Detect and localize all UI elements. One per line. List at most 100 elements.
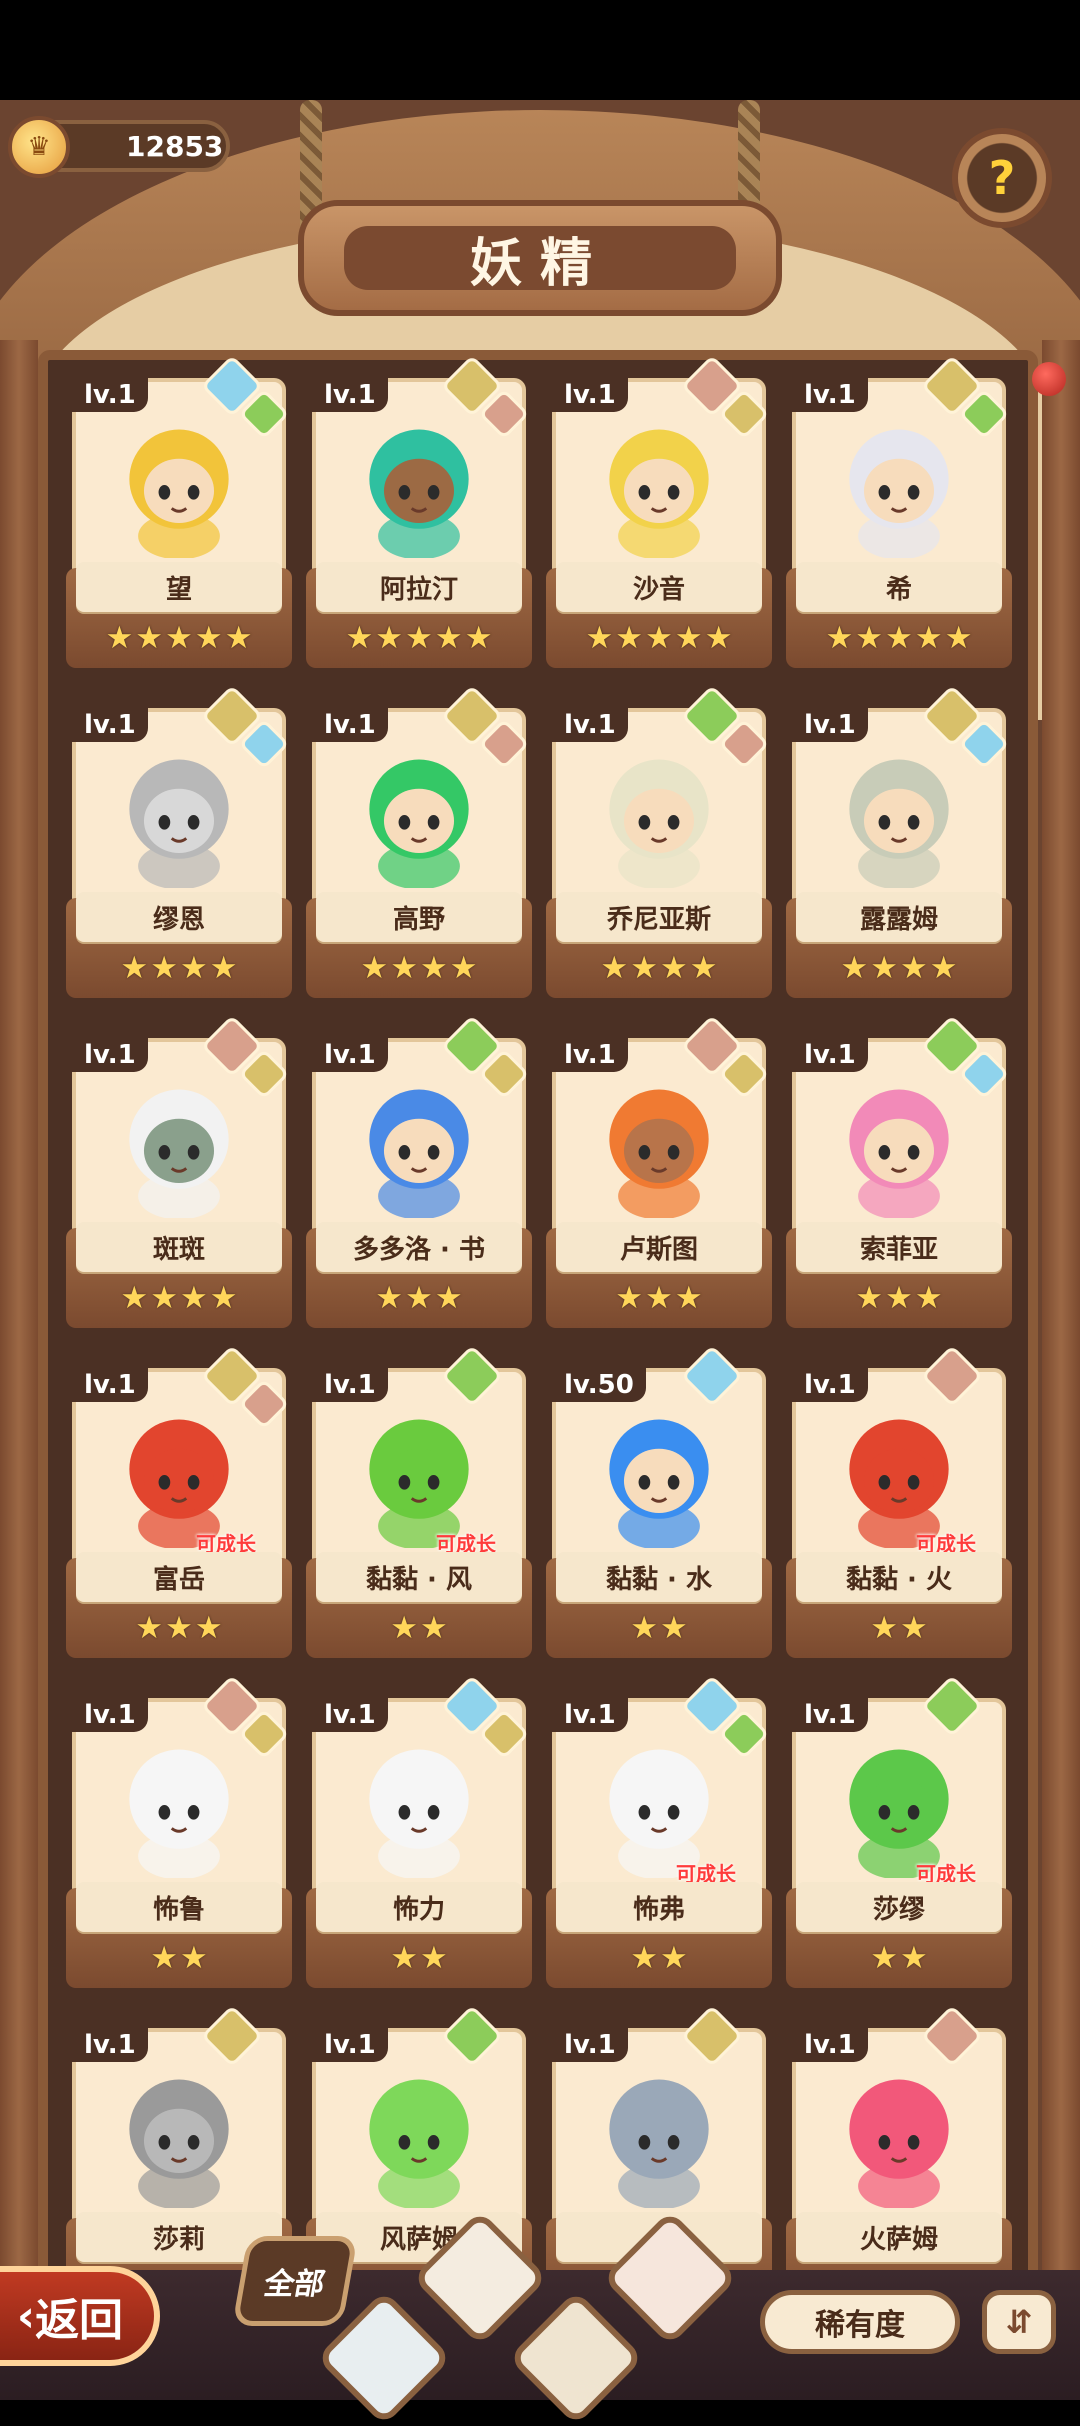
fairy-name: 莎莉 [152,2224,205,2255]
star-icon: ★ [630,1609,658,1646]
star-rating: ★ ★ ★ [66,1608,292,1648]
fairy-card[interactable]: lv.1 斑斑 ★ ★ ★ ★ [66,1014,292,1328]
star-icon: ★ [840,949,869,986]
fairy-card[interactable]: lv.1 沙音 ★ ★ ★ ★ ★ [546,354,772,668]
level-badge: lv.1 [552,1698,628,1732]
fairy-card[interactable]: lv.1 可成长 黏黏 · 风 ★ ★ [306,1344,532,1658]
star-icon: ★ [390,1609,418,1646]
star-icon: ★ [180,949,208,986]
rarity-sort-button[interactable]: 稀有度 [760,2290,960,2354]
fairy-portrait [849,1749,949,1878]
fairy-portrait [369,1089,469,1218]
star-icon: ★ [900,1939,928,1976]
star-rating: ★ ★ [306,1608,532,1648]
fairy-name: 索菲亚 [859,1234,938,1265]
star-icon: ★ [150,1939,178,1976]
star-icon: ★ [645,1279,673,1316]
star-icon: ★ [645,619,673,656]
fairy-card[interactable]: lv.1 乔尼亚斯 ★ ★ ★ ★ [546,684,772,998]
filter-all-button[interactable]: 全部 [232,2236,358,2326]
star-icon: ★ [345,619,374,656]
fairy-name: 火萨姆 [859,2224,938,2255]
fairy-portrait [129,1419,229,1548]
fairy-name-banner: 望 [76,562,282,612]
level-badge: lv.1 [792,1368,868,1402]
level-badge: lv.1 [72,1698,148,1732]
fairy-card[interactable]: lv.1 缪恩 ★ ★ ★ ★ [66,684,292,998]
fairy-name-banner: 希 [796,562,1002,612]
level-badge: lv.1 [312,1038,388,1072]
star-rating: ★ ★ ★ ★ [66,948,292,988]
level-badge: lv.1 [792,708,868,742]
star-icon: ★ [914,619,943,656]
fairy-card[interactable]: lv.1 索菲亚 ★ ★ ★ [786,1014,1012,1328]
fairy-card[interactable]: lv.1 怖鲁 ★ ★ [66,1674,292,1988]
fairy-portrait [849,429,949,558]
star-icon: ★ [390,1939,418,1976]
fairy-card[interactable]: lv.1 可成长 富岳 ★ ★ ★ [66,1344,292,1658]
fairy-name-banner: 露露姆 [796,892,1002,942]
star-icon: ★ [585,619,614,656]
star-icon: ★ [615,619,644,656]
fairy-name: 斑斑 [152,1234,205,1265]
star-rating: ★ ★ [66,1938,292,1978]
level-badge: lv.1 [552,2028,628,2062]
level-badge: lv.1 [792,1038,868,1072]
back-button[interactable]: ‹ 返回 [0,2266,160,2366]
fairy-name-banner: 沙音 [556,562,762,612]
game-screen: ♛ 12853 ? 妖精 lv.1 望 ★ ★ ★ ★ ★ lv.1 阿拉汀 ★ ★ ★ ★ ★ lv.1 沙… [0,100,1080,2400]
star-icon: ★ [900,1609,928,1646]
star-icon: ★ [390,949,418,986]
help-question-icon: ? [988,151,1016,205]
fairy-card[interactable]: lv.1 可成长 怖弗 ★ ★ [546,1674,772,1988]
fairy-name-banner: 高野 [316,892,522,942]
back-label: 返回 [35,2295,124,2346]
fairy-card[interactable]: lv.1 阿拉汀 ★ ★ ★ ★ ★ [306,354,532,668]
star-icon: ★ [420,1939,448,1976]
fairy-card[interactable]: lv.1 希 ★ ★ ★ ★ ★ [786,354,1012,668]
fairy-card[interactable]: lv.1 望 ★ ★ ★ ★ ★ [66,354,292,668]
fairy-card[interactable]: lv.50 黏黏 · 水 ★ ★ [546,1344,772,1658]
fairy-name-banner: 怖弗 [556,1882,762,1932]
star-rating: ★ ★ ★ ★ [786,948,1012,988]
fairy-name: 莎缪 [872,1894,925,1925]
star-icon: ★ [405,619,433,656]
fairy-card[interactable]: lv.1 卢斯图 ★ ★ ★ [546,1014,772,1328]
fairy-portrait [369,1419,469,1548]
star-rating: ★ ★ [546,1608,772,1648]
shelf-post-left [0,340,38,2400]
fairy-portrait [849,759,949,888]
fairy-card[interactable]: lv.1 可成长 莎缪 ★ ★ [786,1674,1012,1988]
fairy-name: 望 [165,574,192,605]
notification-dot-icon [1032,362,1066,396]
fairy-name-banner: 卢斯图 [556,1222,762,1272]
star-icon: ★ [375,619,404,656]
fairy-card[interactable]: lv.1 多多洛 · 书 ★ ★ ★ [306,1014,532,1328]
fairy-portrait [609,429,709,558]
fairy-card[interactable]: lv.1 怖力 ★ ★ [306,1674,532,1988]
star-icon: ★ [464,619,493,656]
fairy-card[interactable]: lv.1 高野 ★ ★ ★ ★ [306,684,532,998]
fairy-name: 富岳 [152,1564,205,1595]
fairy-name-banner: 黏黏 · 风 [316,1552,522,1602]
fairy-card[interactable]: lv.1 露露姆 ★ ★ ★ ★ [786,684,1012,998]
star-icon: ★ [434,1279,463,1316]
help-button[interactable]: ? [952,128,1052,228]
star-rating: ★ ★ ★ ★ ★ [66,618,292,658]
fairy-card[interactable]: lv.1 可成长 黏黏 · 火 ★ ★ [786,1344,1012,1658]
fairy-portrait [129,2079,229,2208]
fairy-name-banner: 富岳 [76,1552,282,1602]
star-icon: ★ [900,949,928,986]
star-icon: ★ [150,949,178,986]
star-icon: ★ [194,1609,223,1646]
star-icon: ★ [405,1279,433,1316]
fairy-portrait [369,759,469,888]
sort-order-button[interactable]: ⇵ [982,2290,1056,2354]
fairy-portrait [609,1419,709,1548]
fairy-name-banner: 斑斑 [76,1222,282,1272]
star-rating: ★ ★ ★ ★ ★ [786,618,1012,658]
star-icon: ★ [660,949,688,986]
coin-value: 12853 [126,130,224,163]
star-icon: ★ [135,1609,164,1646]
star-rating: ★ ★ [786,1608,1012,1648]
